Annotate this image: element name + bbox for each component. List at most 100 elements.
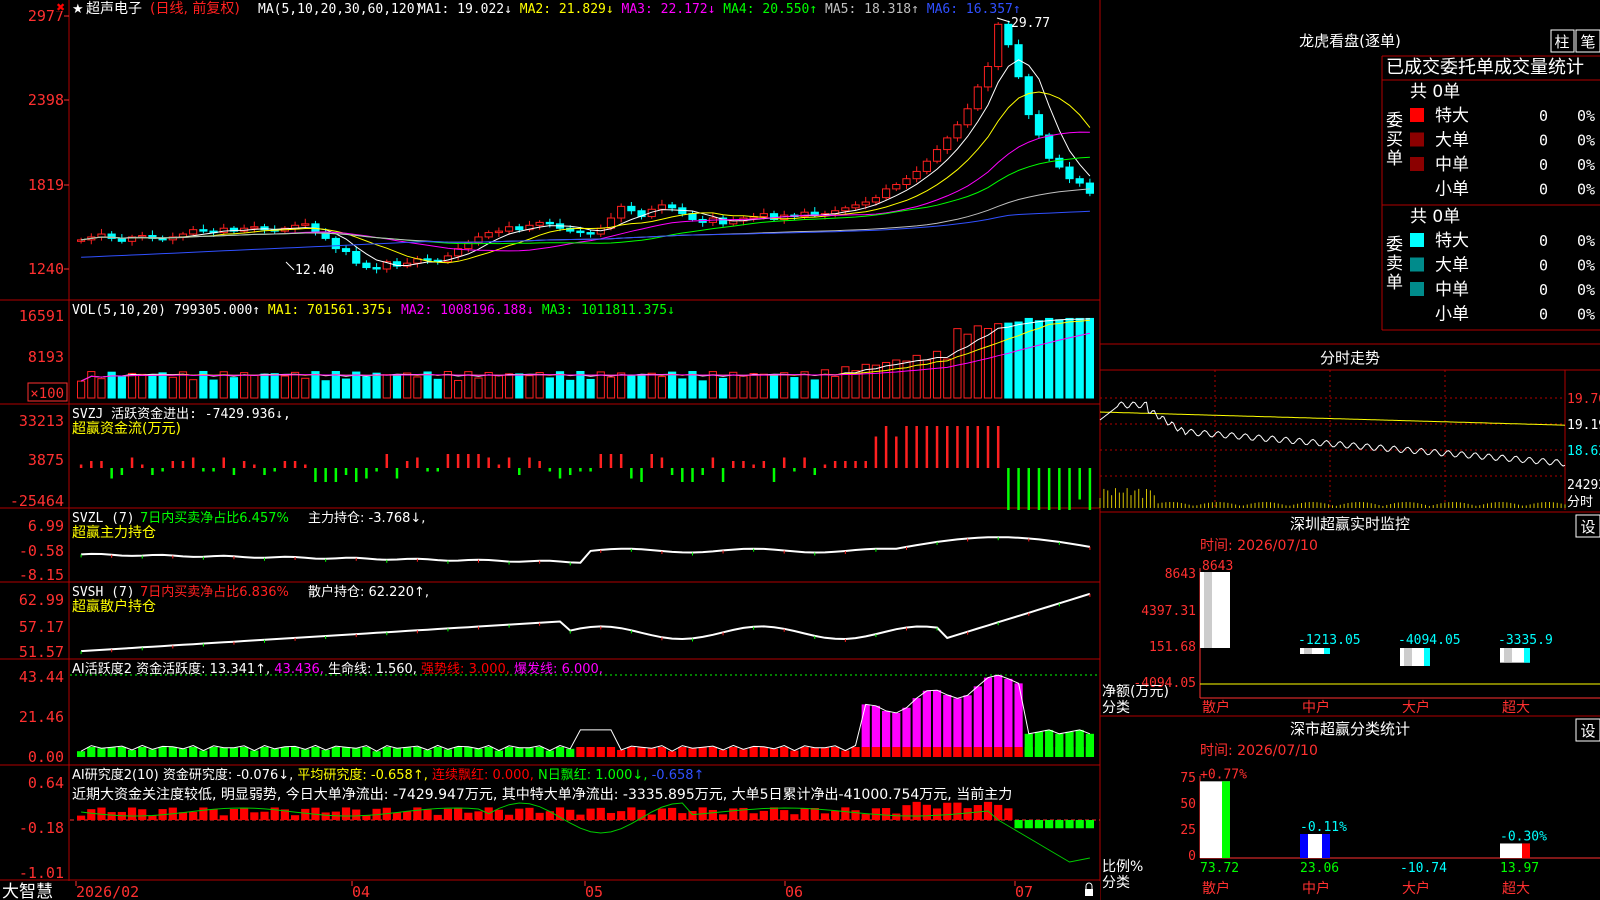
- monitor-y-tick: 151.68: [1149, 640, 1196, 655]
- x-tick: 2026/02: [76, 883, 139, 900]
- ai1-bar-hot: [983, 677, 993, 757]
- candle-up: [189, 229, 198, 235]
- monitor-bar-edge: [1524, 648, 1530, 663]
- ai1-bar: [841, 750, 850, 757]
- classify-title: 深市超赢分类统计: [1290, 720, 1410, 738]
- ai1-bar: [718, 749, 728, 757]
- volume-bar: [260, 373, 269, 399]
- intraday-y-tick: 19.76: [1567, 392, 1600, 407]
- vol-unit-tick[interactable]: ×100: [30, 386, 64, 402]
- candle-up: [943, 137, 952, 151]
- classify-settings-button[interactable]: 设: [1575, 718, 1600, 742]
- x-tick: 06: [785, 883, 803, 900]
- main-y-tick: 1240: [28, 260, 64, 278]
- lhb-bar-button[interactable]: 柱: [1550, 29, 1575, 53]
- svzj-y-tick: 3875: [28, 451, 64, 469]
- monitor-bar-shade: [1204, 572, 1212, 648]
- volume-bar: [127, 372, 137, 399]
- volume-bar: [372, 372, 381, 399]
- ai2-bar: [1045, 820, 1054, 829]
- candle-down: [1065, 166, 1074, 180]
- ai1-bar: [219, 747, 228, 757]
- ai1-bar: [994, 747, 1003, 757]
- classify-bar-change: +0.77%: [1200, 767, 1247, 782]
- main-chart-header: ★ 超声电子 (日线, 前复权) MA(5,10,20,30,60,120) M…: [72, 0, 1021, 17]
- ai1-bar: [637, 747, 646, 757]
- ai2-bar: [606, 812, 616, 820]
- volume-bar: [1004, 322, 1013, 399]
- tab-volume-stats[interactable]: 成交量统计: [1494, 57, 1584, 78]
- classify-bar-category: 中户: [1302, 880, 1330, 897]
- ai1-bar: [963, 747, 972, 757]
- ai1-bar: [178, 748, 188, 757]
- ai2-bar: [892, 813, 901, 820]
- volume-bar: [637, 374, 646, 399]
- volume-bar: [1075, 317, 1084, 399]
- volume-bar: [454, 379, 463, 399]
- volume-bar: [627, 374, 636, 399]
- ai1-bar: [749, 747, 758, 757]
- ai2-bar: [433, 814, 442, 820]
- ai1-bar: [759, 747, 768, 757]
- favorite-star-icon[interactable]: ★: [72, 2, 84, 17]
- ai2-bar: [127, 807, 137, 820]
- monitor-y-tick: 4397.31: [1141, 604, 1196, 619]
- ai1-bar: [576, 747, 585, 757]
- ai1-bar: [229, 747, 239, 757]
- sell-total: 共 0单: [1410, 207, 1460, 227]
- legend-item: MA2: 21.829↓: [512, 2, 614, 17]
- monitor-settings-button[interactable]: 设: [1575, 514, 1600, 538]
- ai2-bar: [250, 812, 259, 820]
- ai2-bar: [820, 813, 830, 820]
- candle-down: [199, 229, 208, 232]
- intraday-footer: 分时: [1567, 495, 1593, 510]
- ai2-bar: [423, 809, 432, 820]
- monitor-bar-shade: [1504, 648, 1512, 663]
- vol-legend: 799305.000↑ MA1: 701561.375↓ MA2: 100819…: [174, 303, 675, 318]
- ai1-bar: [617, 749, 626, 757]
- ai1-bar: [311, 747, 320, 757]
- volume-bar: [953, 328, 962, 399]
- ai2-bar: [882, 808, 891, 820]
- tab-orders[interactable]: 委托单: [1440, 57, 1494, 78]
- legend-item: MA1: 19.022↓: [418, 2, 512, 17]
- legend-item: MA4: 20.550↑: [715, 2, 817, 17]
- ai2-bar: [800, 808, 809, 820]
- volume-bar: [800, 371, 809, 399]
- ai2-bar: [341, 807, 351, 820]
- ai2-bar: [301, 808, 310, 820]
- volume-bar: [1034, 320, 1044, 399]
- ai2-bar: [148, 815, 157, 820]
- ai2-bar: [943, 802, 952, 820]
- candle-up: [892, 184, 901, 190]
- order-count: 0: [1539, 132, 1548, 150]
- lhb-sell-side: 共 0单: [1410, 207, 1460, 227]
- ai2-bar: [260, 811, 269, 820]
- volume-bar: [392, 374, 402, 399]
- legend-item: -0.658↑: [647, 768, 704, 783]
- order-pct: 0%: [1577, 132, 1595, 150]
- ai1-y-tick: 21.46: [19, 708, 64, 726]
- side-label: 委卖单: [1386, 235, 1403, 293]
- monitor-bar-category: 大户: [1402, 699, 1430, 716]
- ai2-bar: [953, 802, 962, 820]
- ai1-bar: [729, 747, 738, 757]
- close-icon[interactable]: ✖: [56, 1, 65, 14]
- ai2-bar: [392, 812, 402, 820]
- order-type: 大单: [1435, 131, 1469, 151]
- ai1-bar: [932, 747, 942, 757]
- ai2-bar: [321, 812, 330, 820]
- ai2-bar: [780, 810, 789, 820]
- chart-mode[interactable]: (日线, 前复权): [150, 0, 240, 17]
- tab-filled[interactable]: 已成交: [1386, 57, 1440, 78]
- ai1-bar: [627, 747, 636, 757]
- ai1-bar: [1075, 729, 1084, 757]
- ai1-bar: [912, 747, 921, 757]
- candle-down: [1034, 114, 1044, 136]
- volume-bar: [515, 373, 524, 399]
- lhb-pen-button[interactable]: 笔: [1575, 29, 1600, 53]
- volume-bar: [525, 375, 534, 399]
- volume-bar: [1045, 317, 1054, 399]
- ai2-y-tick: 0.64: [28, 774, 64, 792]
- volume-bar: [617, 372, 626, 399]
